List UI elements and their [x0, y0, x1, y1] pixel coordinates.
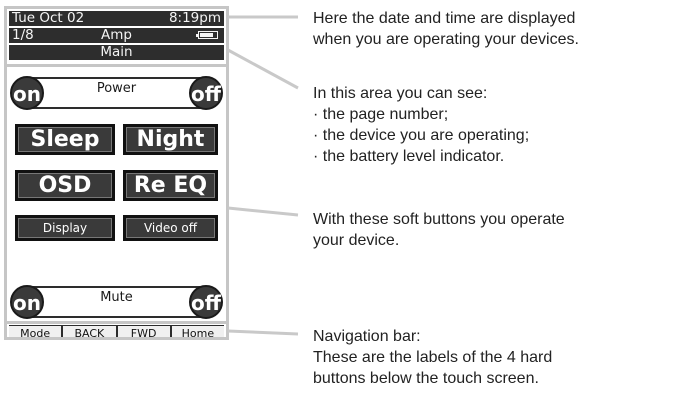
description-line: In this area you can see: — [313, 85, 488, 102]
callout-line-soft-buttons — [227, 206, 299, 217]
description-line: Navigation bar: — [313, 328, 421, 345]
nav-bar-description: Navigation bar: These are the labels of … — [313, 326, 673, 389]
description-line: With these soft buttons you operate — [313, 211, 565, 228]
datetime-description: Here the date and time are displayed whe… — [313, 8, 673, 50]
description-line: · the page number; — [313, 106, 449, 123]
callout-line-nav-bar — [227, 329, 299, 336]
description-line: when you are operating your devices. — [313, 31, 579, 48]
description-line: Here the date and time are displayed — [313, 10, 576, 27]
description-line: · the battery level indicator. — [313, 148, 505, 165]
description-line: your device. — [313, 232, 400, 249]
soft-buttons-description: With these soft buttons you operate your… — [313, 209, 673, 251]
callout-line-status-area — [227, 48, 299, 90]
description-line: · the device you are operating; — [313, 127, 530, 144]
description-line: These are the labels of the 4 hard — [313, 349, 553, 366]
status-area-description: In this area you can see: · the page num… — [313, 83, 673, 167]
description-line: buttons below the touch screen. — [313, 370, 539, 387]
